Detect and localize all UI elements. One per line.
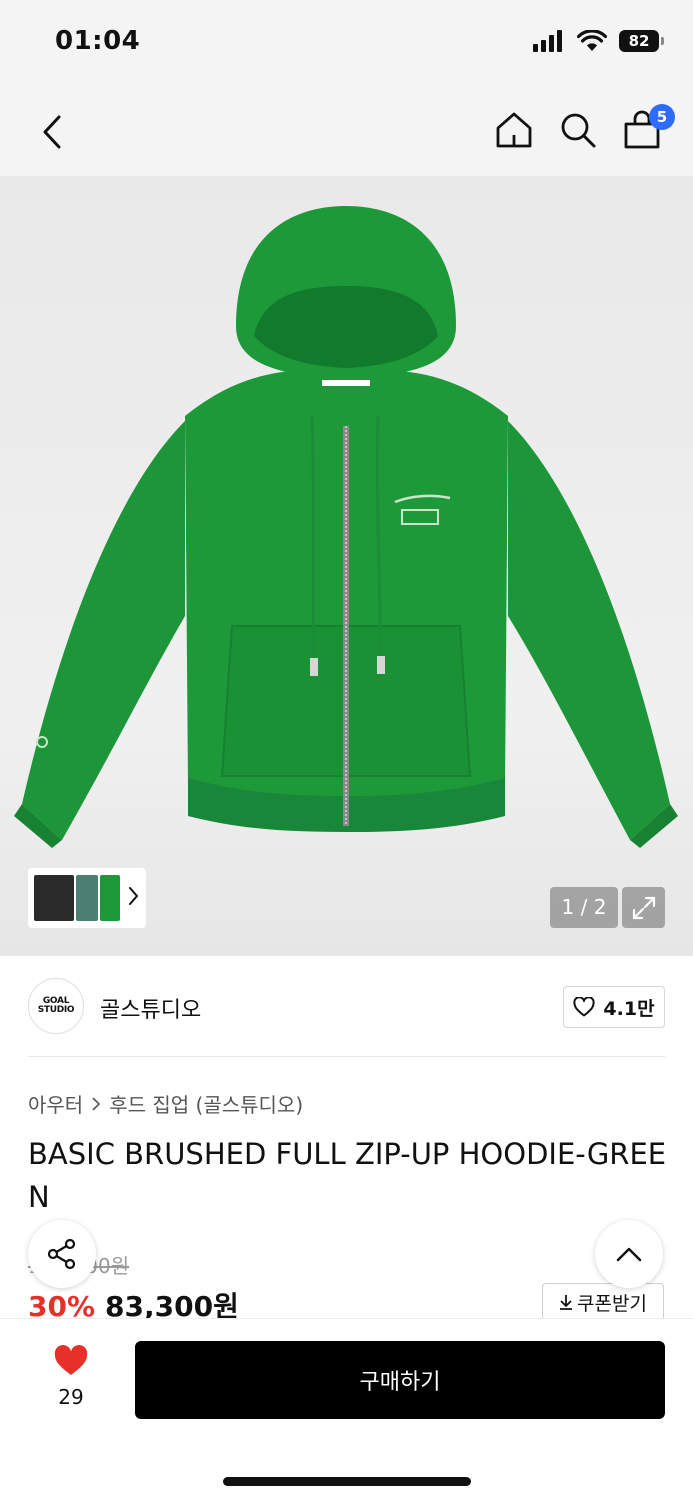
nav-bar: 5 bbox=[0, 88, 693, 176]
brand-row[interactable]: GOAL STUDIO 골스튜디오 4.1만 bbox=[28, 978, 665, 1036]
buy-button[interactable]: 구매하기 bbox=[135, 1341, 665, 1419]
expand-image-button[interactable] bbox=[622, 887, 665, 928]
product-image-gallery[interactable]: 1 / 2 bbox=[0, 176, 693, 956]
search-icon bbox=[561, 113, 596, 148]
home-indicator bbox=[223, 1477, 471, 1486]
brand-logo[interactable]: GOAL STUDIO bbox=[28, 978, 84, 1034]
product-image bbox=[14, 206, 678, 848]
brand-name[interactable]: 골스튜디오 bbox=[100, 992, 201, 1024]
heart-outline-icon bbox=[573, 997, 596, 1017]
chevron-right-icon bbox=[92, 1096, 101, 1111]
share-button[interactable] bbox=[28, 1220, 96, 1288]
status-icons: 82 bbox=[533, 30, 664, 52]
breadcrumb: 아우터 후드 집업 (골스튜디오) bbox=[28, 1089, 303, 1118]
wish-button[interactable]: 29 bbox=[40, 1345, 102, 1409]
signal-icon bbox=[533, 30, 562, 52]
image-counter: 1 / 2 bbox=[550, 887, 618, 928]
back-icon bbox=[43, 115, 61, 149]
heart-filled-icon bbox=[54, 1345, 88, 1375]
breadcrumb-category[interactable]: 아우터 bbox=[28, 1089, 83, 1118]
battery-indicator: 82 bbox=[619, 30, 664, 52]
product-title: BASIC BRUSHED FULL ZIP-UP HOODIE-GREEN bbox=[28, 1137, 667, 1214]
home-button[interactable] bbox=[493, 106, 535, 154]
bottom-action-bar: 29 구매하기 bbox=[0, 1318, 693, 1500]
home-icon bbox=[496, 112, 532, 148]
nav-actions: 5 bbox=[493, 104, 675, 154]
thumbnail-black[interactable] bbox=[34, 875, 74, 921]
download-icon bbox=[560, 1295, 573, 1310]
brand-like-button[interactable]: 4.1만 bbox=[563, 986, 665, 1028]
brand-like-count: 4.1만 bbox=[603, 997, 655, 1020]
cart-count-badge: 5 bbox=[649, 104, 675, 130]
chevron-up-icon bbox=[616, 1247, 642, 1262]
coupon-label: 쿠폰받기 bbox=[577, 1292, 647, 1315]
cart-button[interactable]: 5 bbox=[621, 104, 675, 154]
breadcrumb-subcategory[interactable]: 후드 집업 (골스튜디오) bbox=[109, 1089, 303, 1118]
thumbnail-strip[interactable] bbox=[28, 868, 146, 928]
status-bar: 01:04 82 bbox=[0, 0, 693, 88]
scroll-top-button[interactable] bbox=[595, 1220, 663, 1288]
wish-count: 29 bbox=[58, 1385, 84, 1409]
wifi-icon bbox=[577, 30, 607, 51]
share-icon bbox=[47, 1238, 76, 1270]
back-button[interactable] bbox=[28, 108, 76, 156]
divider bbox=[28, 1056, 665, 1057]
chevron-right-icon bbox=[129, 887, 139, 905]
coupon-button[interactable]: 쿠폰받기 bbox=[542, 1283, 664, 1321]
expand-icon bbox=[632, 896, 655, 919]
thumbnail-green[interactable] bbox=[100, 875, 120, 921]
status-time: 01:04 bbox=[55, 26, 141, 56]
thumbnail-teal[interactable] bbox=[76, 875, 98, 921]
search-button[interactable] bbox=[557, 106, 599, 154]
